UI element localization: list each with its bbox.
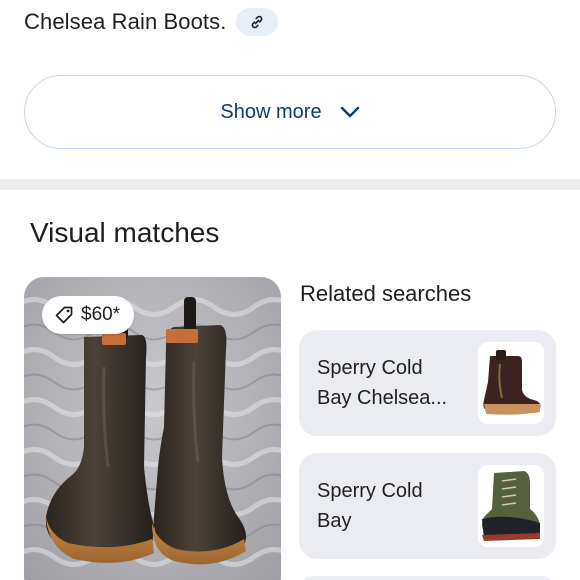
price-label: $60*	[81, 304, 121, 325]
related-searches-title: Related searches	[300, 281, 472, 306]
show-more-label: Show more	[220, 100, 322, 123]
price-tag-icon	[55, 306, 73, 324]
price-chip[interactable]: $60*	[42, 296, 135, 334]
related-search-thumbnail	[478, 342, 544, 424]
visual-matches-title: Visual matches	[30, 217, 220, 248]
description-text: Chelsea Rain Boots.	[24, 9, 227, 34]
related-search-thumbnail	[478, 465, 544, 547]
chevron-down-icon	[340, 106, 360, 118]
link-icon	[252, 15, 263, 29]
description-line: Chelsea Rain Boots.	[24, 8, 279, 36]
related-search-label: Sperry Cold Bay	[317, 480, 423, 532]
related-search-label: Sperry Cold Bay Chelsea...	[317, 357, 448, 409]
link-chip[interactable]	[236, 8, 279, 36]
section-divider	[0, 179, 580, 190]
related-search-item[interactable]	[299, 576, 556, 580]
related-search-item[interactable]: Sperry Cold Bay Chelsea...	[299, 330, 556, 436]
related-search-item[interactable]: Sperry Cold Bay	[299, 453, 556, 559]
show-more-button[interactable]: Show more	[24, 75, 556, 149]
